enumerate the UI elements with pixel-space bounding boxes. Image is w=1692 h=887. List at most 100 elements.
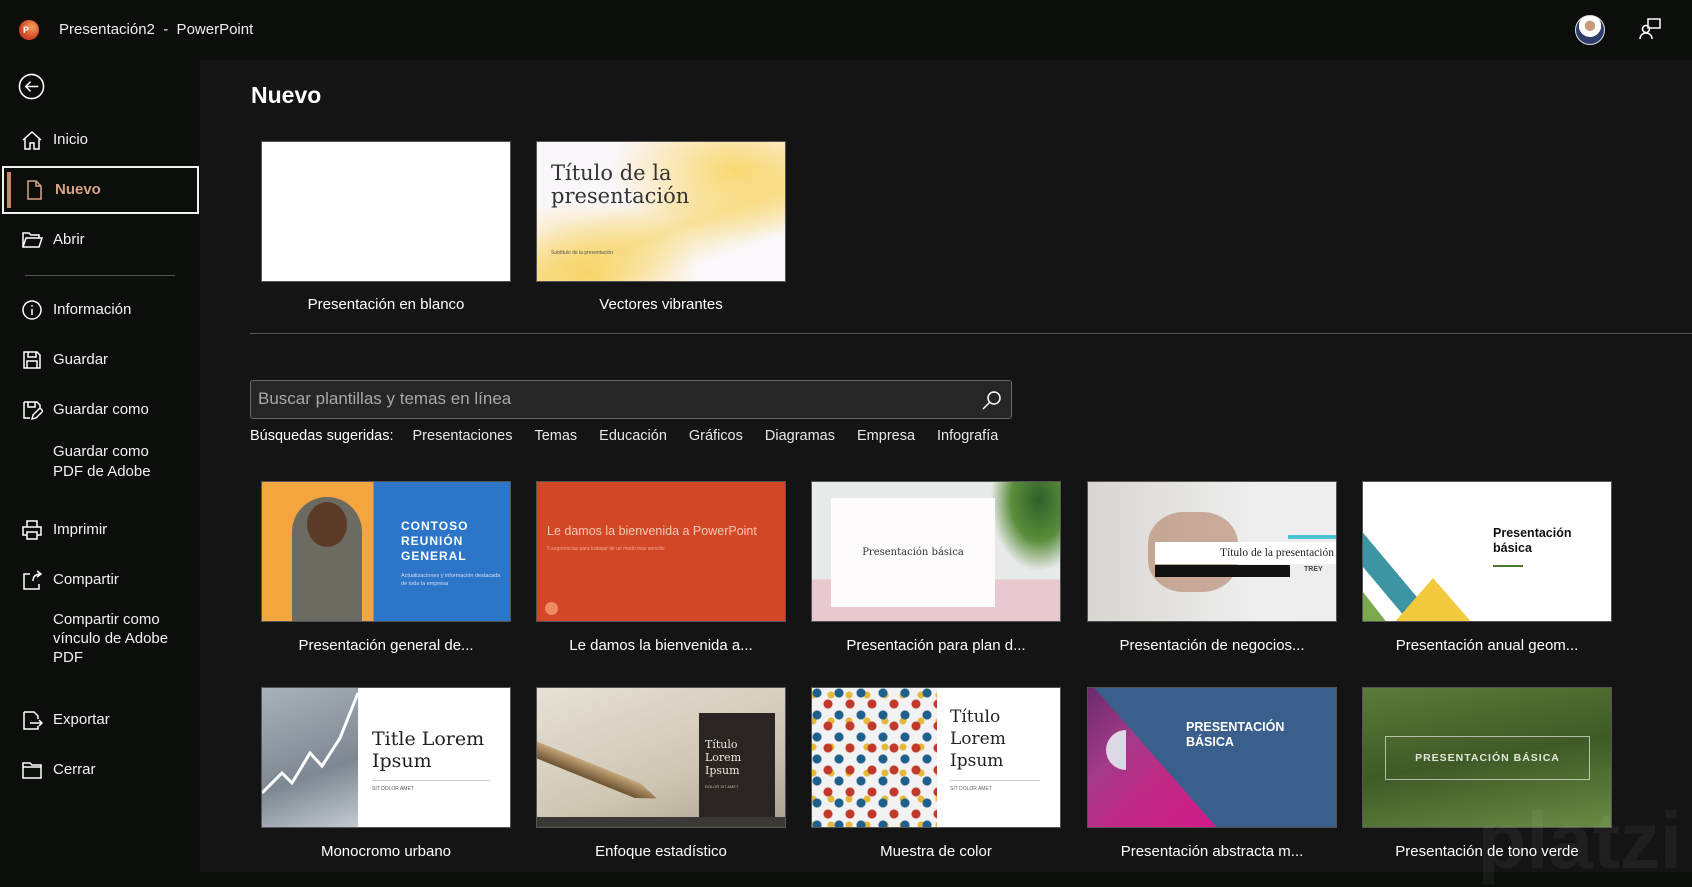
suggestion-link[interactable]: Infografía — [937, 428, 998, 444]
backstage-sidebar: Inicio Nuevo Abrir Información Guardar G… — [0, 60, 200, 872]
home-icon — [22, 130, 42, 150]
sidebar-item-label: Inicio — [53, 131, 89, 148]
suggestion-link[interactable]: Educación — [599, 428, 667, 444]
export-icon — [23, 711, 43, 730]
thumb-subtitle: TREY — [1304, 566, 1323, 573]
save-icon — [23, 351, 41, 369]
thumb-subtitle: SIT DOLOR AMET — [372, 786, 414, 792]
share-icon — [23, 570, 43, 590]
sidebar-item-cerrar[interactable]: Cerrar — [0, 747, 200, 793]
template-thumbnail[interactable]: Presentación básica — [811, 481, 1061, 622]
template-thumbnail[interactable]: Título de la presentación TREY — [1087, 481, 1337, 622]
sidebar-item-label: Exportar — [53, 711, 110, 728]
sidebar-item-informacion[interactable]: Información — [0, 287, 200, 333]
new-presentation-panel: Nuevo Presentación en blanco Título de l… — [200, 60, 1692, 885]
open-folder-icon — [21, 232, 43, 248]
template-label[interactable]: Enfoque estadístico — [536, 843, 786, 860]
sidebar-item-label: Guardar — [53, 351, 109, 368]
thumb-title: Presentación básica — [831, 498, 995, 607]
sidebar-item-label: Abrir — [53, 231, 85, 248]
template-label[interactable]: Presentación anual geom... — [1362, 637, 1612, 654]
template-thumbnail[interactable]: Le damos la bienvenida a PowerPoint 5 su… — [536, 481, 786, 622]
sidebar-item-guardar-pdf-adobe[interactable]: Guardar como PDF de Adobe — [0, 437, 200, 487]
template-label[interactable]: Presentación para plan d... — [811, 637, 1061, 654]
save-as-icon — [23, 401, 43, 421]
powerpoint-logo-icon — [545, 602, 558, 615]
template-label[interactable]: Vectores vibrantes — [536, 296, 786, 313]
template-blank-thumbnail[interactable] — [261, 141, 511, 282]
template-label[interactable]: Presentación general de... — [261, 637, 511, 654]
sidebar-divider — [25, 275, 175, 276]
platzi-watermark: platzi — [1477, 796, 1682, 885]
sidebar-item-label: Nuevo — [55, 181, 101, 198]
sidebar-item-nuevo[interactable]: Nuevo — [2, 166, 199, 214]
sidebar-item-compartir-vinculo-adobe[interactable]: Compartir como vínculo de Adobe PDF — [0, 605, 200, 671]
template-label[interactable]: Presentación abstracta m... — [1087, 843, 1337, 860]
template-thumbnail[interactable]: Título Lorem Ipsum SIT DOLOR AMET — [811, 687, 1061, 828]
suggestion-link[interactable]: Temas — [534, 428, 577, 444]
sidebar-item-label: Guardar como — [53, 401, 149, 418]
section-divider — [250, 333, 1692, 334]
thumb-title: PRESENTACIÓN BÁSICA — [1186, 720, 1285, 749]
thumb-title: Title Lorem Ipsum — [372, 728, 485, 772]
template-label[interactable]: Le damos la bienvenida a... — [536, 637, 786, 654]
thumb-title: Título de la presentación — [551, 161, 690, 208]
sidebar-item-label: Compartir — [53, 571, 119, 588]
thumb-title: PRESENTACIÓN BÁSICA — [1385, 736, 1590, 780]
template-label[interactable]: Presentación en blanco — [261, 296, 511, 313]
search-icon[interactable] — [980, 388, 1004, 412]
template-thumbnail[interactable]: Título Lorem Ipsum DOLOR SIT AMET — [536, 687, 786, 828]
powerpoint-logo-icon: P — [19, 20, 39, 40]
window-title: Presentación2 - PowerPoint — [59, 21, 254, 38]
sidebar-item-label: Información — [53, 301, 132, 318]
suggestion-link[interactable]: Diagramas — [765, 428, 835, 444]
thumb-subtitle: DOLOR SIT AMET — [705, 784, 739, 789]
sidebar-item-compartir[interactable]: Compartir — [0, 557, 200, 603]
sidebar-item-inicio[interactable]: Inicio — [0, 117, 200, 163]
chart-line-decoration — [262, 692, 358, 795]
sidebar-item-exportar[interactable]: Exportar — [0, 697, 200, 743]
thumb-title: Título Lorem Ipsum — [705, 738, 742, 777]
template-thumbnail[interactable]: PRESENTACIÓN BÁSICA — [1087, 687, 1337, 828]
sidebar-item-imprimir[interactable]: Imprimir — [0, 507, 200, 553]
template-vectores-vibrantes-thumbnail[interactable]: Título de la presentación Subtítulo de l… — [536, 141, 786, 282]
title-bar: P Presentación2 - PowerPoint — [0, 0, 1692, 60]
sidebar-item-guardar[interactable]: Guardar — [0, 337, 200, 383]
template-search-input[interactable] — [258, 389, 958, 409]
sidebar-item-label: Cerrar — [53, 761, 96, 778]
template-thumbnail[interactable]: CONTOSO REUNIÓN GENERAL Actualizaciones … — [261, 481, 511, 622]
sidebar-item-guardar-como[interactable]: Guardar como — [0, 387, 200, 433]
thumb-title: Título Lorem Ipsum — [950, 707, 1006, 771]
thumb-subtitle: SIT DOLOR AMET — [950, 786, 992, 792]
info-icon — [22, 300, 42, 320]
user-avatar[interactable] — [1575, 15, 1605, 45]
suggested-searches-label: Búsquedas sugeridas: — [250, 428, 394, 444]
sidebar-item-label: Imprimir — [53, 521, 108, 538]
template-thumbnail[interactable]: Title Lorem Ipsum SIT DOLOR AMET — [261, 687, 511, 828]
thumb-subtitle: Subtítulo de la presentación — [551, 250, 613, 256]
back-arrow-icon[interactable] — [18, 73, 45, 100]
presenter-coaching-icon[interactable] — [1638, 17, 1662, 41]
thumb-title: Presentación básica — [1493, 526, 1572, 555]
thumb-subtitle: 5 sugerencias para trabajar de un modo m… — [547, 546, 665, 552]
thumb-subtitle: Actualizaciones y información destacada … — [401, 573, 501, 587]
printer-icon — [22, 520, 42, 540]
template-thumbnail[interactable]: Presentación básica — [1362, 481, 1612, 622]
thumb-title: CONTOSO REUNIÓN GENERAL — [401, 519, 469, 563]
suggested-searches: Búsquedas sugeridas: Presentaciones Tema… — [250, 428, 998, 444]
sidebar-item-abrir[interactable]: Abrir — [0, 217, 200, 263]
sidebar-item-label: Compartir como vínculo de Adobe PDF — [53, 610, 169, 666]
close-folder-icon — [22, 762, 42, 779]
suggestion-link[interactable]: Gráficos — [689, 428, 743, 444]
template-label[interactable]: Muestra de color — [811, 843, 1061, 860]
suggestion-link[interactable]: Empresa — [857, 428, 915, 444]
thumb-title: Le damos la bienvenida a PowerPoint — [547, 524, 757, 538]
page-title: Nuevo — [251, 82, 322, 108]
template-label[interactable]: Presentación de negocios... — [1087, 637, 1337, 654]
template-label[interactable]: Monocromo urbano — [261, 843, 511, 860]
sidebar-item-label: Guardar como PDF de Adobe — [53, 443, 151, 480]
thumb-title: Título de la presentación — [1155, 542, 1336, 564]
suggestion-link[interactable]: Presentaciones — [413, 428, 513, 444]
new-document-icon — [27, 180, 42, 200]
template-search-box[interactable] — [250, 380, 1012, 419]
